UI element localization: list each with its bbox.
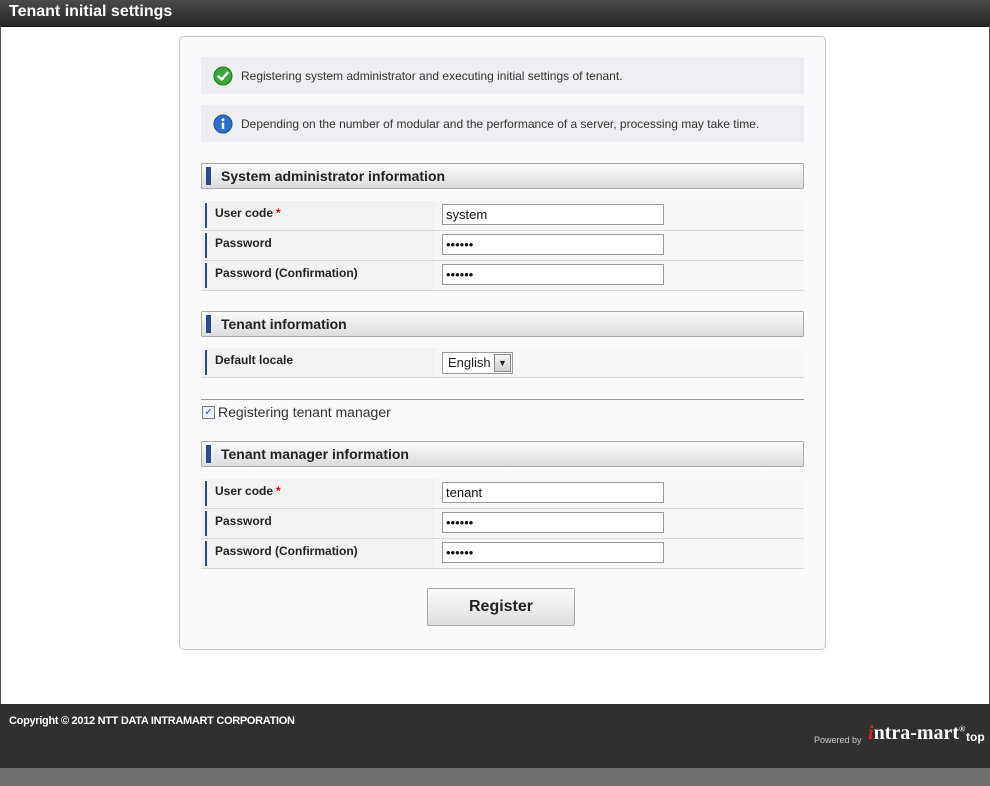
manager-user-code-cell xyxy=(435,479,804,508)
info-icon xyxy=(213,114,233,134)
window-title: Tenant initial settings xyxy=(9,3,173,20)
admin-password-confirm-cell xyxy=(435,261,804,290)
admin-user-code-input[interactable] xyxy=(442,204,664,225)
frame-left-border xyxy=(0,26,1,704)
manager-password-confirm-cell xyxy=(435,539,804,568)
manager-password-label: Password xyxy=(215,514,272,528)
row-accent-bar xyxy=(205,481,207,506)
register-manager-checkbox[interactable]: ✓ xyxy=(202,406,215,419)
default-locale-select[interactable]: English ▼ xyxy=(442,352,513,374)
row-accent-bar xyxy=(205,203,207,228)
manager-user-code-input[interactable] xyxy=(442,482,664,503)
admin-password-input[interactable] xyxy=(442,234,664,255)
admin-user-code-label: User code * xyxy=(215,206,281,220)
row-accent-bar xyxy=(205,233,207,258)
info-message: Depending on the number of modular and t… xyxy=(201,105,804,142)
check-circle-icon xyxy=(213,66,233,86)
section-accent-bar xyxy=(206,315,211,333)
required-mark: * xyxy=(276,206,281,220)
bottom-bar xyxy=(0,768,990,786)
admin-password-label: Password xyxy=(215,236,272,250)
manager-password-row: Password xyxy=(201,509,804,539)
manager-password-confirm-row: Password (Confirmation) xyxy=(201,539,804,569)
system-admin-heading: System administrator information xyxy=(221,168,446,184)
admin-user-code-row: User code * xyxy=(201,201,804,231)
row-accent-bar xyxy=(205,263,207,288)
required-mark: * xyxy=(276,484,281,498)
admin-user-code-cell xyxy=(435,201,804,230)
section-accent-bar xyxy=(206,445,211,463)
default-locale-value: English xyxy=(448,355,491,370)
title-bar: Tenant initial settings xyxy=(0,0,990,27)
register-button[interactable]: Register xyxy=(427,588,575,626)
info-message-text: Depending on the number of modular and t… xyxy=(241,117,760,131)
manager-password-confirm-input[interactable] xyxy=(442,542,664,563)
chevron-down-icon[interactable]: ▼ xyxy=(494,354,511,372)
default-locale-row: Default locale English ▼ xyxy=(201,348,804,378)
tenant-manager-heading: Tenant manager information xyxy=(221,446,409,462)
register-manager-label: Registering tenant manager xyxy=(218,404,391,420)
default-locale-label: Default locale xyxy=(215,353,294,367)
success-message-text: Registering system administrator and exe… xyxy=(241,69,623,83)
powered-by-text: Powered by xyxy=(814,735,862,745)
row-accent-bar xyxy=(205,511,207,536)
manager-user-code-row: User code * xyxy=(201,479,804,509)
manager-password-cell xyxy=(435,509,804,538)
admin-password-cell xyxy=(435,231,804,260)
copyright-text: Copyright © 2012 NTT DATA INTRAMART CORP… xyxy=(9,715,295,727)
manager-user-code-label: User code * xyxy=(215,484,281,498)
admin-password-confirm-input[interactable] xyxy=(442,264,664,285)
admin-password-confirm-row: Password (Confirmation) xyxy=(201,261,804,291)
default-locale-cell: English ▼ xyxy=(435,348,804,377)
section-accent-bar xyxy=(206,167,211,185)
settings-panel: Registering system administrator and exe… xyxy=(179,36,826,650)
tenant-manager-section-header: Tenant manager information xyxy=(201,441,804,467)
row-accent-bar xyxy=(205,350,207,375)
admin-password-confirm-label: Password (Confirmation) xyxy=(215,266,358,280)
section-divider xyxy=(201,399,804,400)
footer: Copyright © 2012 NTT DATA INTRAMART CORP… xyxy=(0,704,990,768)
tenant-section-header: Tenant information xyxy=(201,311,804,337)
intra-mart-logo: intra-mart® xyxy=(868,722,966,744)
top-link[interactable]: top xyxy=(966,730,985,744)
system-admin-section-header: System administrator information xyxy=(201,163,804,189)
manager-password-input[interactable] xyxy=(442,512,664,533)
manager-password-confirm-label: Password (Confirmation) xyxy=(215,544,358,558)
row-accent-bar xyxy=(205,541,207,566)
admin-password-row: Password xyxy=(201,231,804,261)
success-message: Registering system administrator and exe… xyxy=(201,57,804,94)
tenant-heading: Tenant information xyxy=(221,316,347,332)
